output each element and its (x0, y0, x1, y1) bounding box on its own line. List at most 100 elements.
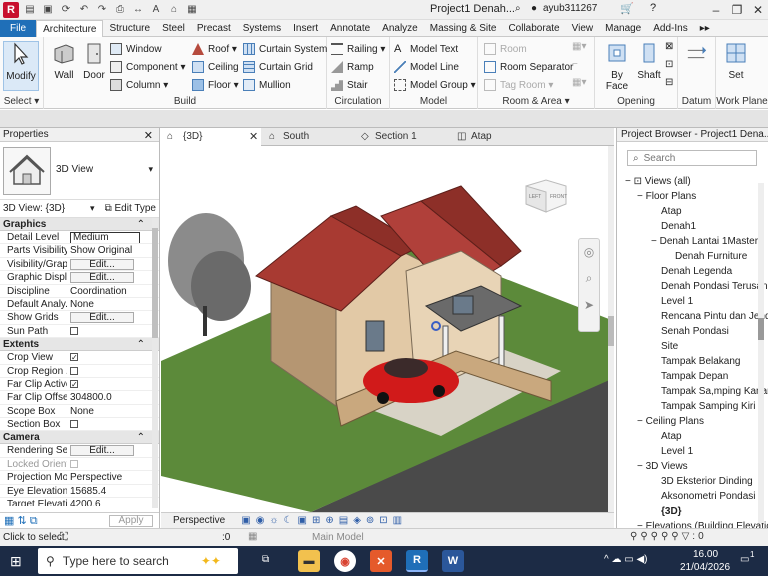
navigation-bar[interactable]: ◎ ⌕ ➤ (578, 238, 600, 332)
tab-view[interactable]: View (566, 20, 600, 37)
windows-start-icon[interactable]: ⊞ (10, 553, 22, 570)
railing-button[interactable]: Railing ▾ (331, 41, 385, 57)
property-value[interactable]: Perspective (67, 471, 159, 483)
user-name[interactable]: ayub311267 (543, 3, 597, 14)
cart-icon[interactable]: 🛒 (620, 2, 634, 15)
checkbox[interactable]: ✓ (70, 379, 78, 388)
property-value[interactable] (67, 418, 159, 430)
tab-architecture[interactable]: Architecture (36, 19, 104, 38)
browser-tree-item[interactable]: Tampak Belakang (661, 354, 741, 369)
checkbox[interactable] (70, 459, 78, 468)
print-icon[interactable]: ⎙ (113, 3, 127, 17)
model-line-button[interactable]: Model Line (394, 59, 459, 75)
browser-scrollbar[interactable] (758, 183, 764, 523)
tab-analyze[interactable]: Analyze (376, 20, 424, 37)
ramp-button[interactable]: Ramp (331, 59, 374, 75)
edit-button[interactable]: Edit... (70, 258, 134, 270)
property-value[interactable]: Edit... (67, 444, 159, 457)
property-value[interactable] (67, 365, 159, 377)
revit-logo-icon[interactable]: R (3, 1, 19, 18)
browser-tree-item[interactable]: Denah Legenda (661, 264, 732, 279)
area-boundary-icon[interactable]: ⌐ (572, 59, 578, 70)
column-button[interactable]: Column ▾ (110, 77, 168, 93)
orbit-icon[interactable]: ➤ (579, 298, 599, 312)
curtain-system-button[interactable]: Curtain System (243, 41, 327, 57)
vertical-opening-icon[interactable]: ⊡ (665, 59, 673, 70)
tab-systems[interactable]: Systems (237, 20, 287, 37)
property-value[interactable]: None (67, 298, 159, 310)
revit-taskbar-icon[interactable]: R (406, 550, 428, 572)
model-group-button[interactable]: Model Group ▾ (394, 77, 476, 93)
property-value[interactable]: Edit... (67, 258, 159, 270)
curtain-grid-button[interactable]: Curtain Grid (243, 59, 313, 75)
category-graphics[interactable]: Graphics ⌃ (0, 218, 159, 231)
room-separator-button[interactable]: Room Separator (484, 59, 573, 75)
expand-icon[interactable]: − (637, 461, 646, 472)
switch-windows-icon[interactable]: ▦ (185, 3, 199, 17)
binoculars-icon[interactable]: ⌕ (515, 3, 521, 14)
tab-south[interactable]: ⌂ South (261, 128, 353, 146)
search-field[interactable]: ⌕ (627, 150, 757, 166)
undo-icon[interactable]: ↶ (77, 3, 91, 17)
checkbox[interactable]: ✓ (70, 353, 78, 362)
text-icon[interactable]: A (149, 3, 163, 17)
model-text-button[interactable]: A Model Text (394, 41, 458, 57)
measure-icon[interactable]: ↔ (131, 3, 145, 17)
browser-tree-item[interactable]: − Ceiling Plans (637, 414, 704, 429)
tag-room-button[interactable]: Tag Room ▾ (484, 77, 553, 93)
edit-button[interactable]: Edit... (70, 312, 134, 324)
browser-tree-item[interactable]: Denah Furniture (675, 249, 747, 264)
browser-tree-item[interactable]: Level 1 (661, 444, 693, 459)
property-value[interactable]: ✓ (67, 378, 159, 390)
select-icon[interactable]: ⛶ (60, 531, 68, 544)
design-options-icon[interactable]: ▦ (248, 531, 257, 542)
room-button[interactable]: Room (484, 41, 527, 57)
expand-icon[interactable]: − ⊡ (625, 176, 645, 187)
browser-tree-item[interactable]: Rencana Pintu dan Jend (661, 309, 768, 324)
checkbox[interactable] (70, 420, 78, 429)
floor-button[interactable]: Floor ▾ (192, 77, 239, 93)
by-face-button[interactable]: By Face (599, 41, 635, 92)
tab-collaborate[interactable]: Collaborate (502, 20, 565, 37)
shaft-button[interactable]: Shaft (631, 41, 667, 81)
tray-icons[interactable]: ^ ☁ ▭ ◀) (604, 554, 648, 565)
browser-tree-item[interactable]: Atap (661, 204, 682, 219)
property-value[interactable]: None (67, 405, 159, 417)
tab-structure[interactable]: Structure (103, 20, 156, 37)
properties-scrollbar[interactable] (152, 218, 158, 508)
property-value[interactable]: Edit... (67, 271, 159, 284)
browser-tree-item[interactable]: Tampak Depan (661, 369, 728, 384)
instance-dropdown-icon[interactable]: ▾ (90, 203, 95, 214)
modify-button[interactable]: Modify (3, 41, 39, 91)
tab-precast[interactable]: Precast (191, 20, 237, 37)
expand-icon[interactable]: − (651, 236, 660, 247)
home-icon[interactable]: ⌂ (167, 3, 181, 17)
tab-3d[interactable]: ⌂ {3D} ✕ (161, 128, 261, 146)
active-model[interactable]: Main Model (312, 532, 364, 543)
viewcube[interactable]: LEFT FRONT (521, 176, 571, 216)
browser-tree-item[interactable]: − 3D Views (637, 459, 688, 474)
component-button[interactable]: Component ▾ (110, 59, 186, 75)
dormer-opening-icon[interactable]: ⊟ (665, 77, 673, 88)
xampp-icon[interactable]: ✕ (370, 550, 392, 572)
tab-section-1[interactable]: ◇ Section 1 (353, 128, 449, 146)
browser-tree-item[interactable]: 3D Eksterior Dinding (661, 474, 753, 489)
tab-atap[interactable]: ◫ Atap (449, 128, 541, 146)
tag-area-icon[interactable]: ▦▾ (572, 77, 586, 88)
property-value[interactable]: 4200.6 (67, 498, 159, 506)
notification-icon[interactable]: ▭ (740, 554, 749, 565)
property-value[interactable]: Edit... (67, 311, 159, 324)
edit-button[interactable]: Edit... (70, 445, 134, 457)
properties-help-icon[interactable]: ▦ ⇅ ⧉ (4, 514, 38, 528)
browser-tree-item[interactable]: Aksonometri Pondasi (661, 489, 756, 504)
property-value[interactable]: 15685.4 (67, 485, 159, 497)
help-icon[interactable]: ? (650, 2, 656, 14)
search-input[interactable] (643, 152, 744, 164)
browser-tree-item[interactable]: Denah Pondasi Terusan (661, 279, 768, 294)
property-value[interactable]: 304800.0 (67, 391, 159, 403)
browser-tree-item[interactable]: Tampak Samping Kiri (661, 399, 755, 414)
window-button[interactable]: Window (110, 41, 162, 57)
wall-opening-icon[interactable]: ⊠ (665, 41, 673, 52)
chrome-icon[interactable]: ◉ (334, 550, 356, 572)
browser-tree-item[interactable]: Site (661, 339, 678, 354)
